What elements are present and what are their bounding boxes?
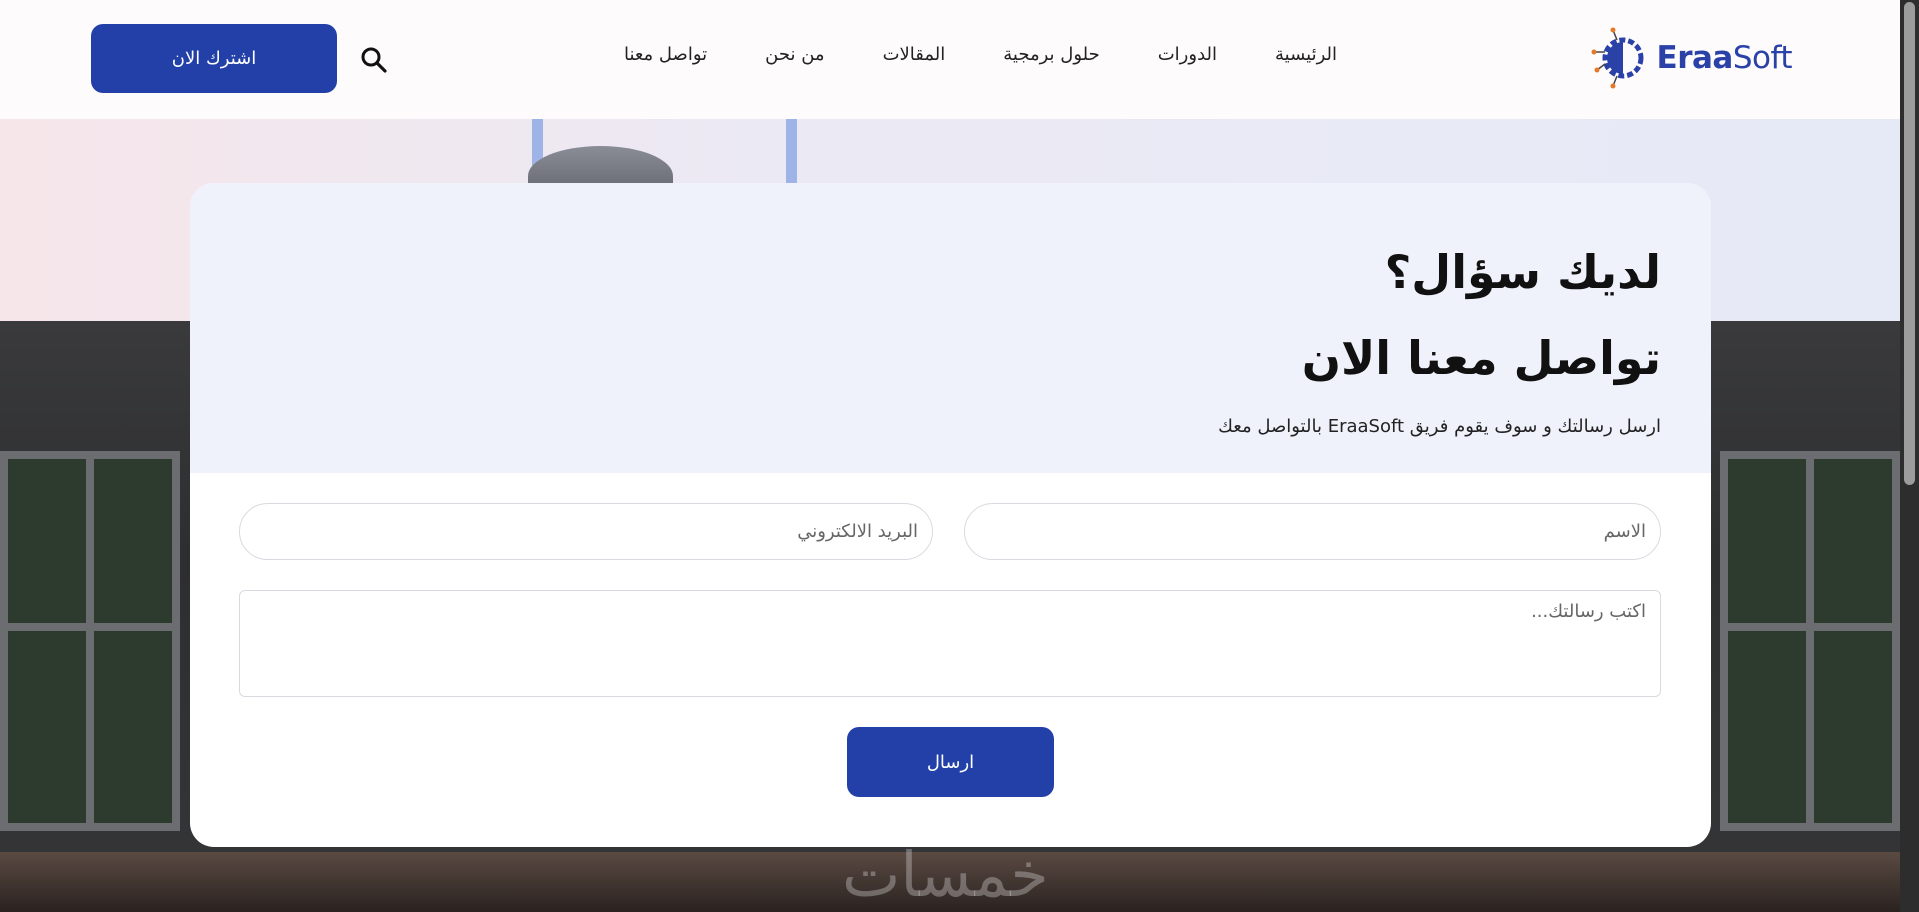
decorative-bar xyxy=(786,119,797,183)
window-left xyxy=(0,451,180,831)
scrollbar-thumb[interactable] xyxy=(1904,2,1915,485)
contact-description: ارسل رسالتك و سوف يقوم فريق EraaSoft بال… xyxy=(1218,416,1661,437)
subscribe-button[interactable]: اشترك الان xyxy=(91,24,337,93)
window-right xyxy=(1720,451,1900,831)
nav-articles[interactable]: المقالات xyxy=(883,44,946,65)
watermark: خمسات xyxy=(842,838,1049,911)
logo-text: EraaSoft xyxy=(1656,40,1793,76)
main-nav: الرئيسية الدورات حلول برمجية المقالات من… xyxy=(624,44,1337,65)
message-textarea[interactable] xyxy=(239,590,1661,697)
contact-card: لديك سؤال؟ تواصل معنا الان ارسل رسالتك و… xyxy=(190,183,1711,847)
search-icon xyxy=(361,47,387,73)
nav-courses[interactable]: الدورات xyxy=(1158,44,1217,65)
email-input[interactable] xyxy=(239,503,933,560)
logo[interactable]: EraaSoft xyxy=(1591,26,1793,90)
gear-brain-icon xyxy=(1591,27,1644,89)
send-button[interactable]: ارسال xyxy=(847,727,1054,797)
nav-about[interactable]: من نحن xyxy=(765,44,824,65)
search-button[interactable] xyxy=(358,44,390,76)
nav-contact[interactable]: تواصل معنا xyxy=(624,44,707,65)
contact-card-header: لديك سؤال؟ تواصل معنا الان ارسل رسالتك و… xyxy=(190,183,1711,473)
contact-title: لديك سؤال؟ xyxy=(1384,245,1661,299)
scrollbar[interactable] xyxy=(1900,0,1919,912)
nav-home[interactable]: الرئيسية xyxy=(1275,44,1337,65)
contact-subtitle-heading: تواصل معنا الان xyxy=(1301,331,1661,385)
site-header: EraaSoft الرئيسية الدورات حلول برمجية ال… xyxy=(0,0,1900,119)
name-input[interactable] xyxy=(964,503,1661,560)
nav-software-solutions[interactable]: حلول برمجية xyxy=(1003,44,1099,65)
